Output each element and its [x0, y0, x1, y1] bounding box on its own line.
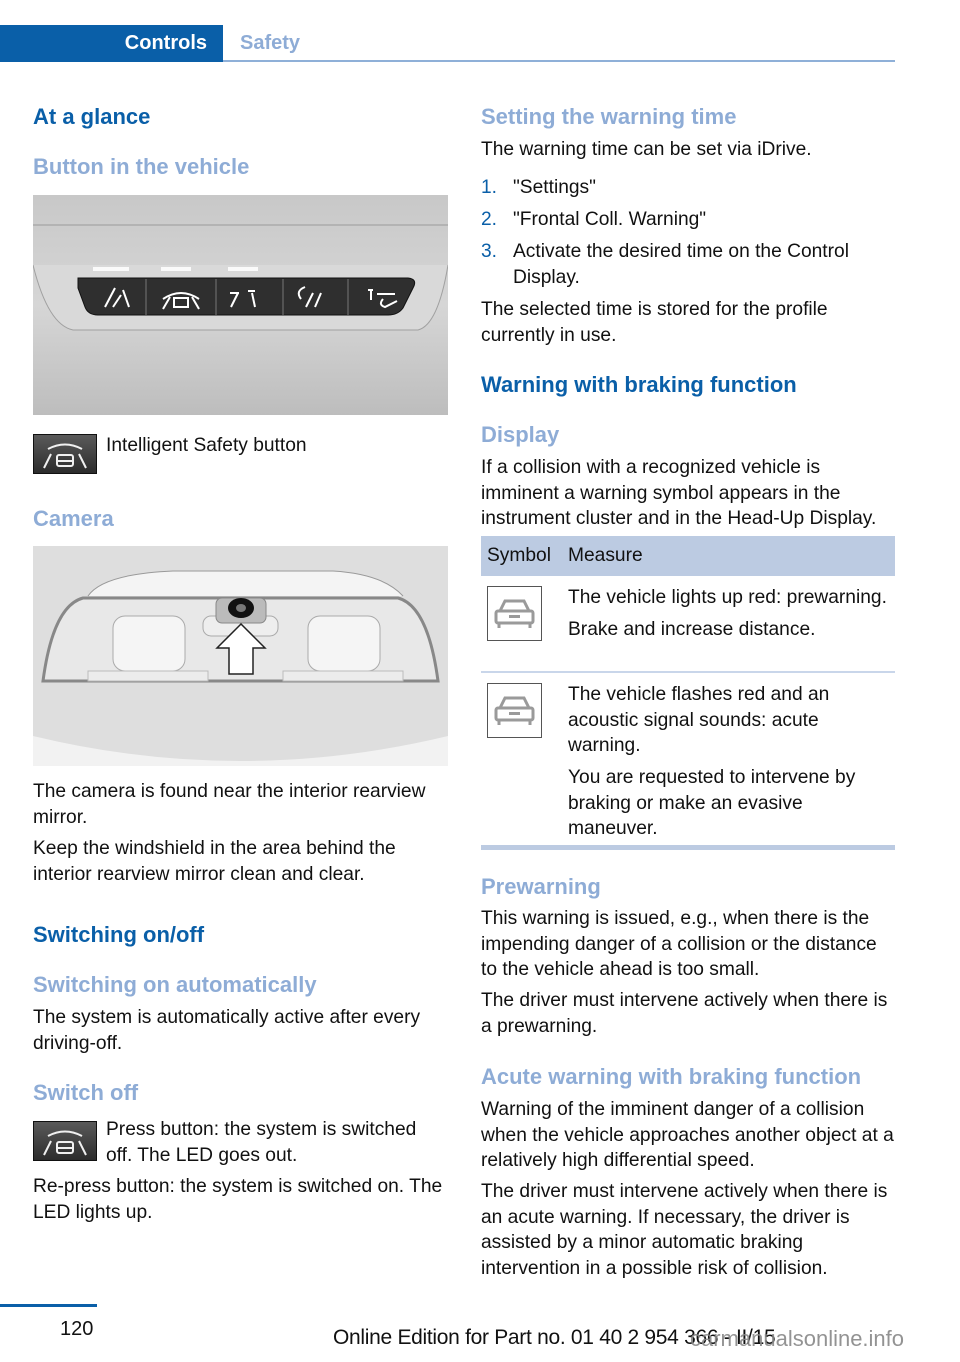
settings-steps-list: 1. "Settings" 2. "Frontal Coll. Warning" 3… — [481, 175, 895, 297]
button-panel-illustration — [33, 195, 448, 415]
prewarning-text-2: The driver must intervene actively when … — [481, 990, 888, 1037]
tab-controls[interactable]: Controls — [0, 25, 223, 62]
symbol-measure-table: Symbol Measure The vehicle lights up red… — [481, 536, 895, 850]
intelligent-safety-button-icon — [33, 1121, 97, 1161]
intelligent-safety-button-label: Intelligent Safety button — [106, 435, 307, 456]
measure-text: You are requested to intervene by brakin… — [568, 767, 856, 839]
auto-active-text: The system is automatically active after… — [33, 1007, 421, 1054]
step-item: 1. "Settings" — [481, 175, 895, 201]
table-row: The vehicle flashes red and an acoustic … — [481, 673, 895, 845]
measure-cell: The vehicle flashes red and an acoustic … — [568, 673, 895, 856]
heading-acute-warning: Acute warning with braking function — [481, 1064, 862, 1089]
measure-text: The vehicle lights up red: prewarning. — [568, 587, 887, 608]
windshield-illustration — [33, 546, 448, 766]
footer-rule — [0, 1304, 97, 1307]
measure-cell: The vehicle lights up red: prewarning. B… — [568, 576, 895, 657]
heading-display: Display — [481, 422, 560, 447]
intelligent-safety-button-icon — [33, 434, 97, 474]
prewarning-text-1: This warning is issued, e.g., when there… — [481, 908, 877, 980]
tab-safety[interactable]: Safety — [240, 25, 300, 62]
display-text: If a collision with a recognized vehicle… — [481, 457, 877, 529]
heading-warning-with-braking: Warning with braking function — [481, 372, 797, 397]
heading-prewarning: Prewarning — [481, 874, 601, 899]
table-header: Symbol Measure — [481, 536, 895, 576]
step-number: 3. — [481, 241, 498, 262]
step-item: 3. Activate the desired time on the Contr… — [481, 239, 895, 290]
page-number: 120 — [60, 1318, 94, 1340]
vehicle-warning-icon — [487, 586, 542, 641]
setting-intro-text: The warning time can be set via iDrive. — [481, 139, 812, 160]
heading-switch-off: Switch off — [33, 1080, 139, 1105]
camera-location-image — [33, 546, 448, 766]
step-item: 2. "Frontal Coll. Warning" — [481, 207, 895, 233]
heading-camera: Camera — [33, 506, 114, 531]
acute-warning-text-1: Warning of the imminent danger of a coll… — [481, 1099, 894, 1171]
step-number: 2. — [481, 209, 498, 230]
column-header-symbol: Symbol — [487, 545, 551, 566]
table-row: The vehicle lights up red: prewarning. B… — [481, 576, 895, 673]
heading-switching-on-automatically: Switching on automatically — [33, 972, 317, 997]
measure-text: The vehicle flashes red and an acoustic … — [568, 684, 830, 756]
vehicle-warning-icon — [487, 683, 542, 738]
step-text: "Settings" — [513, 177, 596, 198]
chapter-header: Controls Safety — [0, 25, 895, 62]
step-number: 1. — [481, 177, 498, 198]
heading-switching-on-off: Switching on/off — [33, 922, 205, 947]
step-text: "Frontal Coll. Warning" — [513, 209, 707, 230]
button-panel-image — [33, 195, 448, 415]
measure-text: Brake and increase distance. — [568, 619, 816, 640]
header-rule — [223, 60, 895, 62]
column-header-measure: Measure — [568, 545, 643, 566]
camera-location-text: The camera is found near the interior re… — [33, 781, 426, 828]
acute-warning-text-2: The driver must intervene actively when … — [481, 1181, 888, 1279]
step-text: Activate the desired time on the Control… — [513, 241, 849, 288]
windshield-care-text: Keep the windshield in the area behind t… — [33, 838, 396, 885]
stored-profile-text: The selected time is stored for the prof… — [481, 299, 828, 346]
heading-setting-warning-time: Setting the warning time — [481, 104, 737, 129]
heading-at-a-glance: At a glance — [33, 104, 151, 129]
heading-button-in-vehicle: Button in the vehicle — [33, 154, 250, 179]
watermark[interactable]: carmanualsonline.info — [690, 1326, 904, 1352]
repress-text: Re-press button: the system is switched … — [33, 1176, 443, 1223]
switch-off-text: Press button: the system is switched off… — [106, 1119, 417, 1166]
